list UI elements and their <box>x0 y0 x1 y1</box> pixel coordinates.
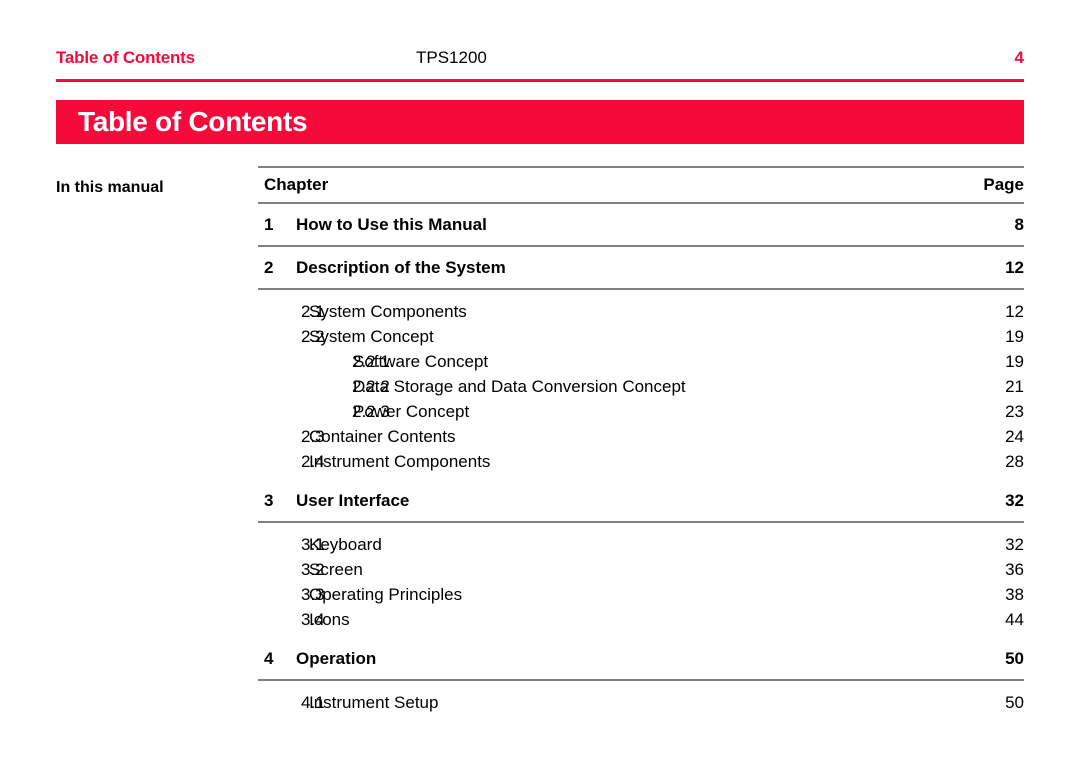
toc-entry-title: Operation <box>296 648 377 668</box>
margin-label-in-this-manual: In this manual <box>56 179 164 196</box>
toc-entry-number: 2.2.2 <box>352 376 390 396</box>
toc-entry-section[interactable]: 3.3 Operating Principles 38 <box>258 582 1024 607</box>
toc-entry-page: 44 <box>1005 609 1024 629</box>
toc-entry-section[interactable]: 4.1 Instrument Setup 50 <box>258 690 1024 715</box>
toc-entry-section[interactable]: 2.2 System Concept 19 <box>258 324 1024 349</box>
toc-entry-title: Screen <box>309 559 363 579</box>
toc-entry-title: User Interface <box>296 490 410 510</box>
toc-entry-number: 2.2.3 <box>352 401 390 421</box>
toc-entry-chapter[interactable]: 3 User Interface 32 <box>258 480 1024 521</box>
toc-entry-number: 4.1 <box>301 692 325 712</box>
toc-entry-page: 32 <box>1005 534 1024 554</box>
toc-entry-section[interactable]: 3.1 Keyboard 32 <box>258 532 1024 557</box>
toc-entry-title: Icons <box>309 609 350 629</box>
toc-entry-number: 2.2 <box>301 326 325 346</box>
toc-entry-title: Data Storage and Data Conversion Concept <box>353 376 686 396</box>
toc-entry-number: 1 <box>264 214 274 234</box>
toc-entry-section[interactable]: 2.3 Container Contents 24 <box>258 424 1024 449</box>
toc-entry-title: Operating Principles <box>309 584 463 604</box>
toc-entry-section[interactable]: 3.2 Screen 36 <box>258 557 1024 582</box>
toc-header-row: Chapter Page <box>258 168 1024 202</box>
toc-entry-subsection[interactable]: 2.2.2 Data Storage and Data Conversion C… <box>258 374 1024 399</box>
toc-entry-number: 2.1 <box>301 301 325 321</box>
toc-entry-number: 2.4 <box>301 451 325 471</box>
toc-entry-page: 28 <box>1005 451 1024 471</box>
toc-entry-page: 19 <box>1005 326 1024 346</box>
toc-entry-title: Description of the System <box>296 257 506 277</box>
toc-entry-number: 2 <box>264 257 274 277</box>
toc-entry-number: 4 <box>264 648 274 668</box>
toc-entry-page: 24 <box>1005 426 1024 446</box>
toc-entry-title: Instrument Setup <box>309 692 439 712</box>
toc-entry-section[interactable]: 2.4 Instrument Components 28 <box>258 449 1024 474</box>
toc-entry-title: System Concept <box>309 326 434 346</box>
toc-entry-number: 2.3 <box>301 426 325 446</box>
toc-column-header-chapter: Chapter <box>264 175 329 194</box>
toc-entry-page: 32 <box>1005 490 1024 510</box>
toc-entry-section[interactable]: 2.1 System Components 12 <box>258 299 1024 324</box>
toc-entry-section[interactable]: 3.4 Icons 44 <box>258 607 1024 632</box>
toc-entry-title: Power Concept <box>353 401 470 421</box>
toc-entry-page: 12 <box>1005 257 1024 277</box>
page-number: 4 <box>1014 48 1024 67</box>
running-header: Table of Contents TPS1200 4 <box>56 48 1024 74</box>
toc-entry-page: 50 <box>1005 648 1024 668</box>
toc-entry-page: 8 <box>1014 214 1024 234</box>
toc-entry-page: 50 <box>1005 692 1024 712</box>
toc-entry-number: 2.2.1 <box>352 351 390 371</box>
running-header-section-title: Table of Contents <box>56 48 195 67</box>
toc-entry-page: 19 <box>1005 351 1024 371</box>
table-of-contents: Chapter Page 1 How to Use this Manual 8 … <box>258 166 1024 715</box>
toc-entry-number: 3.4 <box>301 609 325 629</box>
chapter-title-banner: Table of Contents <box>56 100 1024 144</box>
toc-entry-subsection[interactable]: 2.2.1 Software Concept 19 <box>258 349 1024 374</box>
toc-column-header-page: Page <box>983 175 1024 194</box>
toc-entry-subsection[interactable]: 2.2.3 Power Concept 23 <box>258 399 1024 424</box>
toc-entry-title: How to Use this Manual <box>296 214 487 234</box>
toc-entry-page: 21 <box>1005 376 1024 396</box>
toc-entry-page: 36 <box>1005 559 1024 579</box>
toc-entry-number: 3.3 <box>301 584 325 604</box>
toc-entry-title: Container Contents <box>309 426 456 446</box>
toc-entry-title: System Components <box>309 301 467 321</box>
toc-entry-title: Keyboard <box>309 534 382 554</box>
toc-entry-number: 3.1 <box>301 534 325 554</box>
header-divider <box>56 79 1024 82</box>
toc-entry-number: 3 <box>264 490 274 510</box>
toc-entry-page: 38 <box>1005 584 1024 604</box>
toc-entry-page: 12 <box>1005 301 1024 321</box>
toc-entry-chapter[interactable]: 2 Description of the System 12 <box>258 247 1024 288</box>
toc-entry-title: Instrument Components <box>309 451 491 471</box>
toc-entry-chapter[interactable]: 4 Operation 50 <box>258 638 1024 679</box>
toc-entry-number: 3.2 <box>301 559 325 579</box>
running-header-product-name: TPS1200 <box>416 48 487 67</box>
toc-entry-chapter[interactable]: 1 How to Use this Manual 8 <box>258 204 1024 245</box>
document-page: Table of Contents TPS1200 4 Table of Con… <box>0 0 1080 766</box>
toc-entry-page: 23 <box>1005 401 1024 421</box>
toc-entry-title: Software Concept <box>353 351 489 371</box>
page-title: Table of Contents <box>78 106 308 137</box>
